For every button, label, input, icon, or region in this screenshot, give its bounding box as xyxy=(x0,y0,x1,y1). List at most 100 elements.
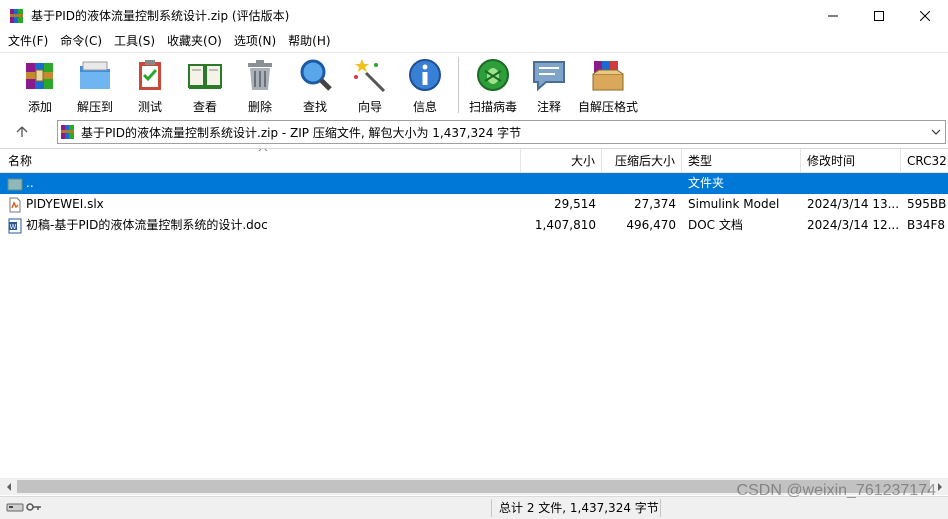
virus-scan-icon xyxy=(477,59,509,91)
column-header-type[interactable]: 类型 xyxy=(682,149,801,173)
menu-commands[interactable]: 命令(C) xyxy=(54,31,108,51)
view-book-icon xyxy=(188,64,222,89)
sort-ascending-icon xyxy=(258,149,268,152)
chevron-right-icon xyxy=(937,482,942,491)
row-type: 文件夹 xyxy=(688,176,725,190)
row-name: .. xyxy=(26,176,34,190)
status-divider xyxy=(491,499,492,517)
minimize-icon xyxy=(828,15,838,16)
maximize-icon xyxy=(874,10,884,21)
row-size xyxy=(521,173,602,194)
row-packed: 27,374 xyxy=(634,197,676,211)
menu-file[interactable]: 文件(F) xyxy=(2,31,54,51)
file-list: 名称 大小 压缩后大小 类型 修改时间 CRC32 .. 文件夹 PIDYEWE… xyxy=(0,148,948,494)
sfx-button[interactable]: 自解压格式 xyxy=(577,53,639,115)
row-type: DOC 文档 xyxy=(688,218,743,232)
test-button[interactable]: 测试 xyxy=(122,53,178,115)
slx-file-icon xyxy=(9,197,21,212)
watermark: CSDN @weixin_761237174 xyxy=(736,482,936,499)
address-text: 基于PID的液体流量控制系统设计.zip - ZIP 压缩文件, 解包大小为 1… xyxy=(81,125,522,140)
title-bar: 基于PID的液体流量控制系统设计.zip (评估版本) xyxy=(0,0,948,31)
maximize-button[interactable] xyxy=(856,0,902,31)
row-modified: 2024/3/14 12... xyxy=(807,218,900,232)
find-button[interactable]: 查找 xyxy=(288,53,342,115)
table-row[interactable]: .. 文件夹 xyxy=(0,173,948,194)
view-button[interactable]: 查看 xyxy=(178,53,232,115)
column-header-name[interactable]: 名称 xyxy=(0,149,521,173)
status-text: 总计 2 文件, 1,437,324 字节 xyxy=(499,501,659,515)
table-row[interactable]: PIDYEWEI.slx 29,514 27,374 Simulink Mode… xyxy=(0,194,948,215)
sfx-label: 自解压格式 xyxy=(577,100,638,114)
row-name: PIDYEWEI.slx xyxy=(26,197,104,211)
address-row: 基于PID的液体流量控制系统设计.zip - ZIP 压缩文件, 解包大小为 1… xyxy=(0,118,948,146)
parent-folder-icon xyxy=(7,178,23,190)
up-button[interactable] xyxy=(10,121,34,143)
chevron-down-icon[interactable] xyxy=(929,125,943,139)
chevron-left-icon xyxy=(6,482,11,491)
info-button[interactable]: 信息 xyxy=(398,53,452,115)
wizard-wand-icon xyxy=(354,59,386,93)
row-crc: 595BB xyxy=(907,197,947,211)
add-icon xyxy=(26,63,53,89)
comment-label: 注释 xyxy=(536,100,561,114)
row-packed xyxy=(602,173,682,194)
arrow-up-icon xyxy=(16,126,28,137)
delete-button[interactable]: 删除 xyxy=(232,53,288,115)
virus-scan-button[interactable]: 扫描病毒 xyxy=(465,53,521,115)
address-bar[interactable]: 基于PID的液体流量控制系统设计.zip - ZIP 压缩文件, 解包大小为 1… xyxy=(57,120,946,144)
window-title: 基于PID的液体流量控制系统设计.zip (评估版本) xyxy=(31,9,290,23)
find-label: 查找 xyxy=(302,100,327,114)
extract-to-button[interactable]: 解压到 xyxy=(68,53,122,115)
sfx-box-icon xyxy=(592,61,624,91)
trash-icon xyxy=(248,60,272,90)
test-label: 测试 xyxy=(137,100,162,114)
extract-folder-icon xyxy=(80,61,110,89)
table-row[interactable]: W 初稿-基于PID的液体流量控制系统的设计.doc 1,407,810 496… xyxy=(0,215,948,236)
row-size: 29,514 xyxy=(554,197,596,211)
extract-to-label: 解压到 xyxy=(76,100,113,114)
menu-favorites[interactable]: 收藏夹(O) xyxy=(161,31,228,51)
comment-button[interactable]: 注释 xyxy=(521,53,577,115)
close-icon xyxy=(920,10,930,21)
word-doc-icon: W xyxy=(8,218,22,233)
key-icon xyxy=(26,503,41,511)
row-modified xyxy=(801,173,901,194)
delete-label: 删除 xyxy=(247,100,272,114)
row-size: 1,407,810 xyxy=(534,218,596,232)
wizard-button[interactable]: 向导 xyxy=(342,53,398,115)
close-button[interactable] xyxy=(902,0,948,31)
row-packed: 496,470 xyxy=(626,218,676,232)
scroll-left-button[interactable] xyxy=(0,478,17,495)
list-header: 名称 大小 压缩后大小 类型 修改时间 CRC32 xyxy=(0,149,948,173)
menu-bar: 文件(F) 命令(C) 工具(S) 收藏夹(O) 选项(N) 帮助(H) xyxy=(0,31,948,51)
row-modified: 2024/3/14 13... xyxy=(807,197,900,211)
menu-options[interactable]: 选项(N) xyxy=(228,31,282,51)
svg-text:W: W xyxy=(10,223,17,231)
row-type: Simulink Model xyxy=(688,197,780,211)
view-label: 查看 xyxy=(192,100,217,114)
add-label: 添加 xyxy=(27,100,52,114)
toolbar-separator xyxy=(458,57,459,113)
row-crc: B34F8 xyxy=(907,218,946,232)
info-icon xyxy=(409,59,441,91)
magnifier-icon xyxy=(300,59,332,91)
row-crc xyxy=(901,173,948,194)
menu-tools[interactable]: 工具(S) xyxy=(108,31,161,51)
column-header-size[interactable]: 大小 xyxy=(521,149,602,173)
winrar-archive-icon xyxy=(10,8,23,23)
minimize-button[interactable] xyxy=(810,0,856,31)
test-clipboard-icon xyxy=(139,60,161,90)
wizard-label: 向导 xyxy=(357,100,382,114)
column-header-packed[interactable]: 压缩后大小 xyxy=(602,149,682,173)
menu-help[interactable]: 帮助(H) xyxy=(282,31,336,51)
comment-icon xyxy=(533,61,565,92)
winrar-archive-icon xyxy=(61,125,74,139)
drive-icon xyxy=(6,503,24,512)
column-header-crc[interactable]: CRC32 xyxy=(901,149,948,173)
column-header-modified[interactable]: 修改时间 xyxy=(801,149,901,173)
row-name: 初稿-基于PID的液体流量控制系统的设计.doc xyxy=(26,218,268,232)
add-button[interactable]: 添加 xyxy=(12,53,68,115)
virus-scan-label: 扫描病毒 xyxy=(468,100,517,114)
status-divider xyxy=(660,499,661,517)
toolbar: 添加 解压到 测试 查看 删除 查找 向导 信息 扫描病毒 注释 自解压格式 xyxy=(0,52,948,116)
